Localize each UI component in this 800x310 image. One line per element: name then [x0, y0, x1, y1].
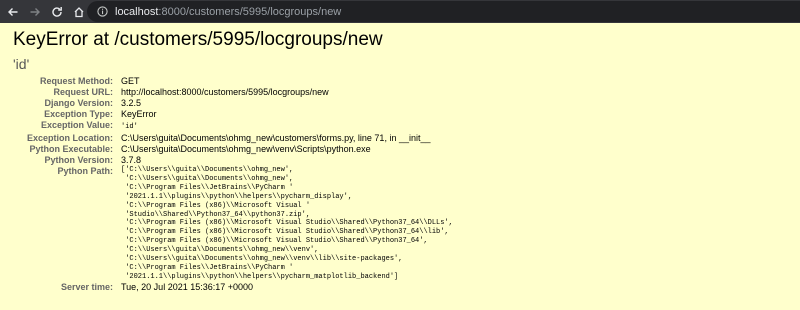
meta-row-exception-value: Exception Value: 'id' [13, 120, 453, 133]
meta-value: ['C:\\Users\\guita\\Documents\\ohmg_new'… [117, 166, 453, 282]
reload-button[interactable] [46, 0, 68, 23]
meta-value: http://localhost:8000/customers/5995/loc… [121, 87, 329, 97]
meta-label: Request Method: [40, 76, 113, 86]
url-text[interactable]: localhost:8000/customers/5995/locgroups/… [115, 6, 341, 18]
meta-row-python-executable: Python Executable: C:\Users\guita\Docume… [13, 144, 453, 155]
meta-label: Exception Location: [26, 133, 113, 143]
meta-label: Python Version: [44, 155, 113, 165]
meta-value: Tue, 20 Jul 2021 15:36:17 +0000 [121, 281, 254, 292]
meta-value: 'id' [117, 120, 453, 133]
request-meta-table: Request Method: GET Request URL: http://… [13, 76, 453, 293]
meta-row-python-version: Python Version: 3.7.8 [13, 155, 453, 166]
forward-button[interactable] [24, 0, 46, 23]
meta-row-request-method: Request Method: GET [13, 76, 453, 87]
meta-value: C:\Users\guita\Documents\ohmg_new\venv\S… [121, 144, 371, 154]
meta-row-request-url: Request URL: http://localhost:8000/custo… [13, 87, 453, 98]
address-bar[interactable]: localhost:8000/customers/5995/locgroups/… [87, 1, 800, 22]
python-path-list: ['C:\\Users\\guita\\Documents\\ohmg_new'… [121, 166, 453, 281]
meta-label: Server time: [60, 281, 113, 292]
meta-label: Django Version: [44, 98, 113, 108]
reload-icon [52, 6, 62, 17]
url-host: localhost [115, 5, 159, 18]
exception-value-code: 'id' [121, 123, 138, 131]
meta-label: Exception Value: [40, 120, 113, 130]
meta-value: 3.2.5 [121, 98, 142, 108]
info-icon[interactable] [97, 6, 108, 17]
arrow-right-icon [30, 7, 40, 16]
error-page: KeyError at /customers/5995/locgroups/ne… [0, 23, 800, 310]
meta-value: KeyError [121, 109, 157, 119]
meta-row-python-path: Python Path: ['C:\\Users\\guita\\Documen… [13, 166, 453, 282]
exception-value-heading: 'id' [13, 56, 30, 72]
arrow-left-icon [8, 7, 18, 16]
meta-row-exception-location: Exception Location: C:\Users\guita\Docum… [13, 133, 453, 144]
meta-label: Python Path: [57, 166, 114, 176]
browser-toolbar: localhost:8000/customers/5995/locgroups/… [0, 0, 800, 23]
back-button[interactable] [2, 0, 24, 23]
meta-value: C:\Users\guita\Documents\ohmg_new\custom… [121, 133, 431, 143]
home-icon [74, 6, 84, 17]
meta-value: GET [121, 76, 140, 86]
meta-row-server-time: Server time: Tue, 20 Jul 2021 15:36:17 +… [13, 282, 453, 293]
page-title: KeyError at /customers/5995/locgroups/ne… [13, 29, 383, 50]
meta-value: 3.7.8 [121, 155, 142, 165]
meta-label: Exception Type: [44, 109, 113, 119]
meta-label: Request URL: [53, 87, 113, 97]
meta-row-exception-type: Exception Type: KeyError [13, 109, 453, 120]
meta-label: Python Executable: [29, 144, 113, 154]
url-path: :8000/customers/5995/locgroups/new [158, 5, 342, 18]
meta-row-django-version: Django Version: 3.2.5 [13, 98, 453, 109]
